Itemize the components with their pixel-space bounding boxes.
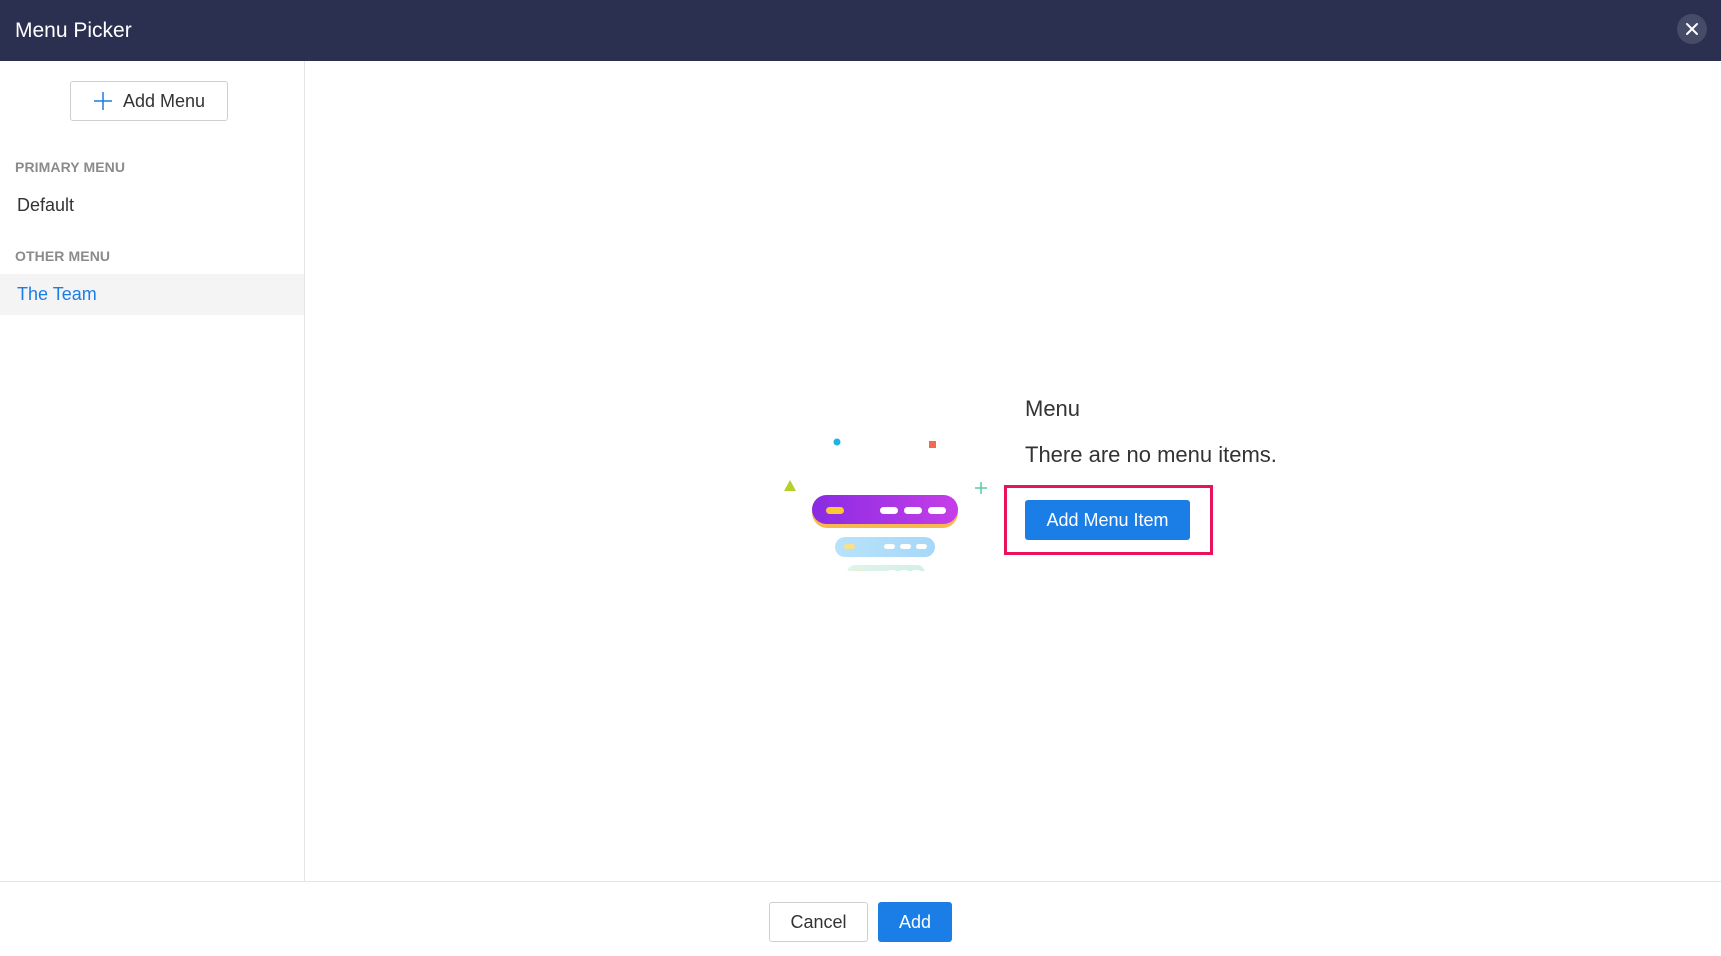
- sidebar-item-label: The Team: [17, 284, 97, 304]
- sidebar-item-label: Default: [17, 195, 75, 215]
- add-menu-item-button[interactable]: Add Menu Item: [1025, 500, 1190, 540]
- dialog-header: Menu Picker: [0, 0, 1721, 61]
- dialog-title: Menu Picker: [15, 18, 132, 42]
- sidebar-item-the-team[interactable]: The Team: [0, 274, 304, 315]
- empty-state-title: Menu: [1025, 396, 1081, 421]
- add-menu-button[interactable]: Add Menu: [70, 81, 228, 121]
- sidebar: Add Menu PRIMARY MENU Default OTHER MENU…: [0, 61, 305, 881]
- add-menu-label: Add Menu: [122, 90, 206, 111]
- sidebar-item-default[interactable]: Default: [0, 185, 304, 226]
- dialog-footer: Cancel Add: [0, 881, 1721, 956]
- close-button[interactable]: [1677, 14, 1707, 44]
- close-icon: [1686, 23, 1698, 35]
- menu-illustration-icon: [784, 438, 987, 571]
- primary-menu-section-label: PRIMARY MENU: [15, 159, 126, 175]
- other-menu-section-label: OTHER MENU: [15, 248, 111, 264]
- add-button[interactable]: Add: [878, 902, 952, 942]
- cancel-button[interactable]: Cancel: [769, 902, 868, 942]
- plus-icon: [93, 91, 113, 111]
- main-content: Menu There are no menu items. Add Menu I…: [305, 61, 1721, 881]
- empty-state-description: There are no menu items.: [1025, 442, 1277, 467]
